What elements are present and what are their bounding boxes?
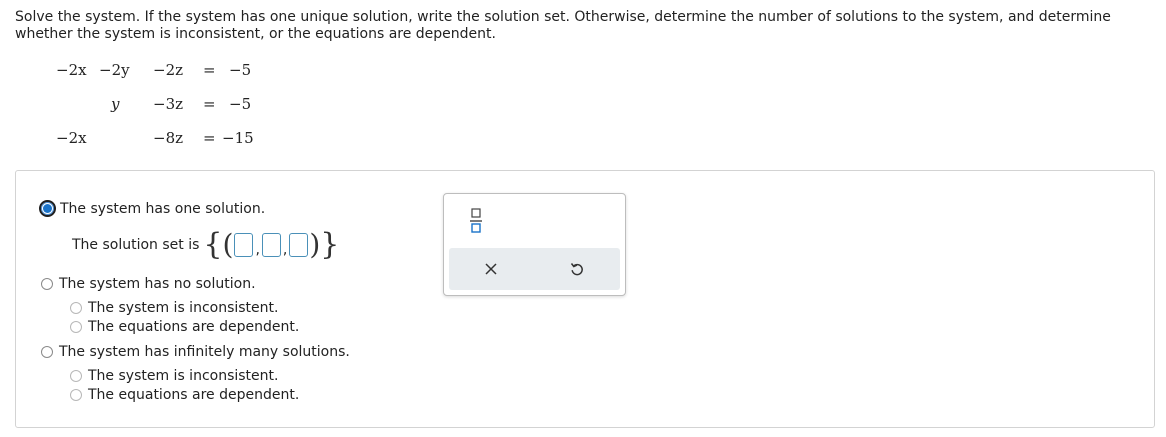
eq1-equals: = [203, 61, 216, 79]
option-infinite-dependent[interactable]: The equations are dependent. [70, 387, 299, 403]
radio-no-solution-inconsistent[interactable] [70, 302, 82, 314]
undo-icon [570, 263, 583, 276]
eq1-rhs: −5 [229, 61, 252, 79]
option-no-solution-label: The system has no solution. [59, 276, 256, 292]
fraction-button[interactable] [468, 206, 484, 236]
close-icon [485, 263, 497, 275]
option-infinite-inconsistent[interactable]: The system is inconsistent. [70, 368, 278, 384]
eq3-z-term: −8z [153, 129, 184, 147]
solution-x-input[interactable] [234, 233, 254, 257]
option-one-solution[interactable]: The system has one solution. [39, 200, 265, 217]
open-brace: { [203, 227, 223, 262]
clear-button[interactable] [478, 256, 504, 282]
solution-z-input[interactable] [289, 233, 309, 257]
eq3-equals: = [203, 129, 216, 147]
radio-one-solution[interactable] [39, 200, 56, 217]
comma-1: , [255, 242, 260, 258]
option-infinite-solutions-label: The system has infinitely many solutions… [59, 344, 350, 360]
comma-2: , [282, 242, 288, 258]
eq3-x-term: −2x [56, 129, 87, 147]
option-no-solution-inconsistent[interactable]: The system is inconsistent. [70, 300, 278, 316]
eq1-z-term: −2z [153, 61, 184, 79]
option-no-solution-inconsistent-label: The system is inconsistent. [88, 300, 279, 316]
math-palette [443, 193, 626, 296]
radio-no-solution-dependent[interactable] [70, 321, 82, 333]
eq2-equals: = [203, 95, 216, 113]
solution-y-input[interactable] [261, 233, 281, 257]
reset-button[interactable] [564, 256, 590, 282]
eq1-y-term: −2y [99, 61, 130, 79]
fraction-icon [470, 208, 482, 233]
option-infinite-dependent-label: The equations are dependent. [88, 387, 300, 403]
option-infinite-solutions[interactable]: The system has infinitely many solutions… [41, 344, 350, 360]
option-no-solution-dependent[interactable]: The equations are dependent. [70, 319, 299, 335]
eq2-z-term: −3z [153, 95, 184, 113]
eq2-y-term: y [111, 95, 120, 113]
option-no-solution[interactable]: The system has no solution. [41, 276, 256, 292]
close-brace: } [320, 227, 340, 262]
eq3-rhs: −15 [222, 129, 254, 147]
eq1-x-term: −2x [56, 61, 87, 79]
palette-toolbar [449, 248, 620, 290]
open-paren: ( [222, 228, 234, 261]
option-no-solution-dependent-label: The equations are dependent. [88, 319, 300, 335]
option-one-solution-label: The system has one solution. [60, 200, 266, 217]
radio-infinite-dependent[interactable] [70, 389, 82, 401]
solution-set-row: The solution set is { ( , , ) } [72, 226, 339, 264]
eq2-rhs: −5 [229, 95, 252, 113]
radio-no-solution[interactable] [41, 278, 53, 290]
radio-infinite-solutions[interactable] [41, 346, 53, 358]
close-paren: ) [309, 228, 321, 261]
option-infinite-inconsistent-label: The system is inconsistent. [88, 368, 279, 384]
solution-set-label: The solution set is [72, 237, 200, 253]
problem-prompt: Solve the system. If the system has one … [15, 9, 1111, 42]
radio-infinite-inconsistent[interactable] [70, 370, 82, 382]
